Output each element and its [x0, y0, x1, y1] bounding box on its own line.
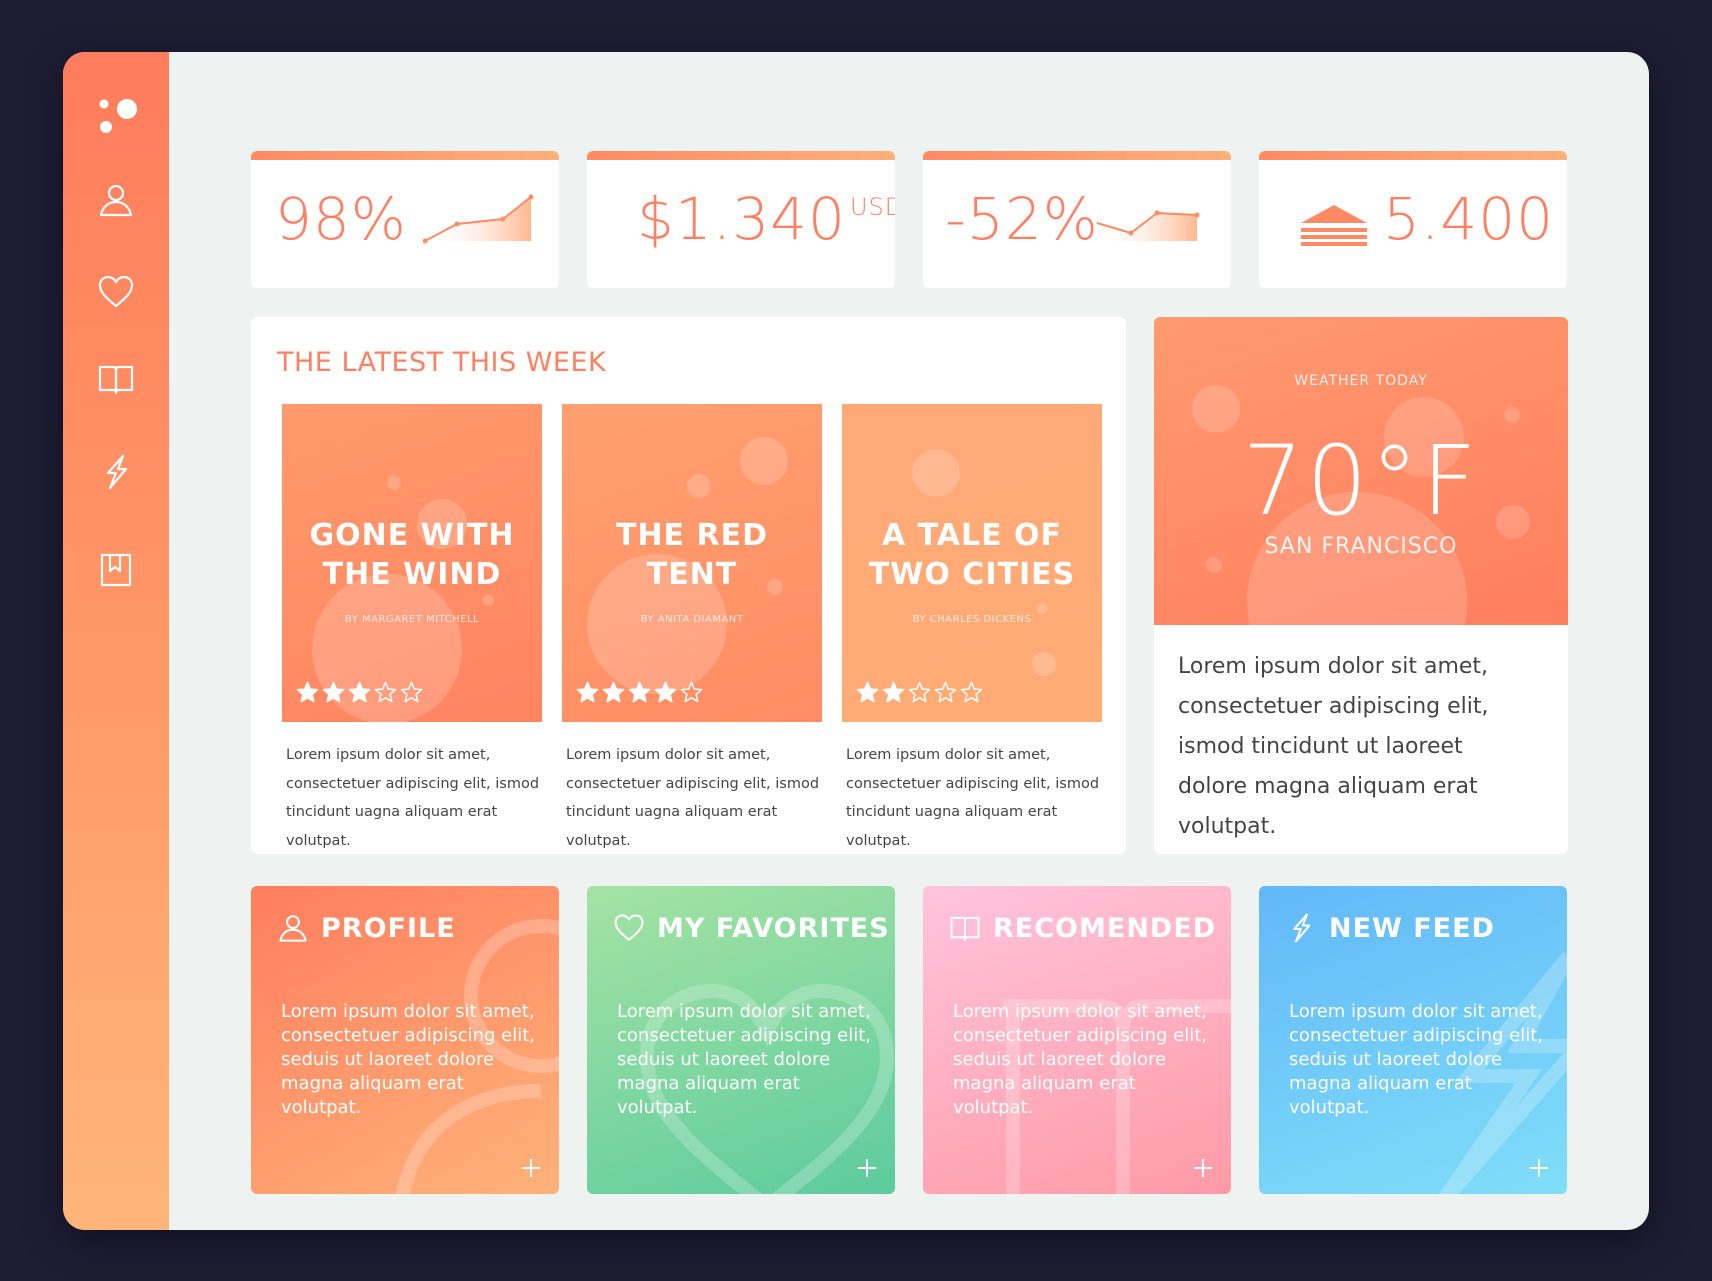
star-empty-icon[interactable]	[680, 681, 703, 703]
book-description: Lorem ipsum dolor sit amet, consectetuer…	[846, 747, 1100, 849]
tile-profile[interactable]: PROFILE Lorem ipsum dolor sit amet, cons…	[251, 886, 559, 1194]
star-filled-icon[interactable]	[628, 681, 651, 703]
star-filled-icon[interactable]	[348, 681, 371, 703]
stat-unit: USD	[849, 193, 895, 221]
star-empty-icon[interactable]	[908, 681, 931, 703]
star-empty-icon[interactable]	[960, 681, 983, 703]
tile-title: MY FAVORITES	[657, 912, 890, 944]
sidebar	[63, 52, 169, 1230]
stat-card-revenue: $1.340 USD	[587, 151, 895, 288]
weather-description: Lorem ipsum dolor sit amet, consectetuer…	[1178, 654, 1489, 839]
weather-temperature: 70°F	[1242, 425, 1480, 537]
user-icon	[279, 915, 307, 942]
tile-favorites[interactable]: MY FAVORITES Lorem ipsum dolor sit amet,…	[587, 886, 895, 1194]
plus-icon	[522, 1159, 540, 1177]
add-button[interactable]	[519, 1156, 543, 1180]
book-title: GONE WITH THE WIND	[309, 518, 515, 592]
book-card[interactable]: THE RED TENT BY ANITA DIAMANT	[562, 404, 822, 722]
book-icon	[950, 916, 980, 941]
tile-title: PROFILE	[321, 912, 456, 944]
user-icon	[99, 184, 133, 217]
star-filled-icon[interactable]	[856, 681, 879, 703]
plus-icon	[1194, 1159, 1212, 1177]
star-filled-icon[interactable]	[296, 681, 319, 703]
weather-label: WEATHER TODAY	[1294, 373, 1428, 389]
plus-icon	[1530, 1159, 1548, 1177]
book-author: BY MARGARET MITCHELL	[344, 614, 480, 625]
star-filled-icon[interactable]	[576, 681, 599, 703]
star-filled-icon[interactable]	[882, 681, 905, 703]
tile-header: NEW FEED	[1285, 912, 1495, 944]
tile-header: MY FAVORITES	[613, 912, 890, 944]
book-icon	[98, 365, 134, 395]
weather-city: SAN FRANCISCO	[1264, 534, 1458, 559]
stat-value: -52%	[945, 185, 1099, 253]
dashboard-window: 98% $1.340 USD -52% 5.400 THE LATEST THI…	[63, 52, 1649, 1230]
bookmark-icon	[100, 553, 132, 587]
book-description: Lorem ipsum dolor sit amet, consectetuer…	[566, 747, 820, 849]
star-filled-icon[interactable]	[322, 681, 345, 703]
stat-card-percent: 98%	[251, 151, 559, 288]
tile-text: Lorem ipsum dolor sit amet, consectetuer…	[1289, 1001, 1544, 1118]
star-rating[interactable]	[576, 681, 703, 703]
pyramid-icon	[1301, 205, 1367, 246]
weather-card: WEATHER TODAY 70°F SAN FRANCISCO Lorem i…	[1154, 317, 1568, 854]
book-card[interactable]: GONE WITH THE WIND BY MARGARET MITCHELL	[282, 404, 542, 722]
stat-card-users: 5.400	[1259, 151, 1567, 288]
add-button[interactable]	[1191, 1156, 1215, 1180]
sidebar-item-newfeed[interactable]	[90, 446, 142, 498]
star-rating[interactable]	[296, 681, 423, 703]
book-title: THE RED TENT	[615, 518, 768, 592]
tile-text: Lorem ipsum dolor sit amet, consectetuer…	[281, 1001, 536, 1118]
stat-value: 98%	[275, 185, 407, 253]
sidebar-item-profile[interactable]	[90, 174, 142, 226]
logo-icon[interactable]	[94, 94, 140, 140]
star-empty-icon[interactable]	[374, 681, 397, 703]
star-empty-icon[interactable]	[400, 681, 423, 703]
stat-value: $1.340 USD	[637, 185, 895, 253]
book-author: BY CHARLES DICKENS	[912, 614, 1032, 625]
lightning-icon	[106, 454, 128, 490]
latest-panel: THE LATEST THIS WEEK GONE WITH THE WIND B…	[251, 317, 1126, 854]
section-title: THE LATEST THIS WEEK	[277, 347, 607, 378]
star-filled-icon[interactable]	[654, 681, 677, 703]
heart-icon	[614, 914, 644, 941]
sidebar-item-recommended[interactable]	[90, 353, 142, 405]
lightning-icon	[1293, 913, 1311, 943]
book-title: A TALE OF TWO CITIES	[868, 518, 1076, 592]
stat-value: 5.400	[1383, 185, 1555, 253]
add-button[interactable]	[1527, 1156, 1551, 1180]
tile-recommended[interactable]: RECOMENDED Lorem ipsum dolor sit amet, c…	[923, 886, 1231, 1194]
tile-header: RECOMENDED	[949, 912, 1216, 944]
book-description: Lorem ipsum dolor sit amet, consectetuer…	[286, 747, 540, 849]
sidebar-item-bookmarks[interactable]	[90, 544, 142, 596]
trend-sparkline	[1096, 210, 1200, 241]
heart-icon	[98, 275, 134, 308]
star-filled-icon[interactable]	[602, 681, 625, 703]
star-rating[interactable]	[856, 681, 983, 703]
trend-sparkline	[423, 194, 534, 244]
plus-icon	[858, 1159, 876, 1177]
star-empty-icon[interactable]	[934, 681, 957, 703]
tile-newfeed[interactable]: NEW FEED Lorem ipsum dolor sit amet, con…	[1259, 886, 1567, 1194]
book-card[interactable]: A TALE OF TWO CITIES BY CHARLES DICKENS	[842, 404, 1102, 722]
tile-title: RECOMENDED	[993, 912, 1217, 944]
sidebar-item-favorites[interactable]	[90, 266, 142, 318]
book-author: BY ANITA DIAMANT	[640, 614, 744, 625]
tile-header: PROFILE	[277, 912, 456, 944]
add-button[interactable]	[855, 1156, 879, 1180]
weather-header: WEATHER TODAY 70°F SAN FRANCISCO	[1154, 317, 1568, 625]
tile-text: Lorem ipsum dolor sit amet, consectetuer…	[953, 1001, 1208, 1118]
tile-title: NEW FEED	[1329, 912, 1495, 944]
tile-text: Lorem ipsum dolor sit amet, consectetuer…	[617, 1001, 872, 1118]
stat-card-change: -52%	[923, 151, 1231, 288]
